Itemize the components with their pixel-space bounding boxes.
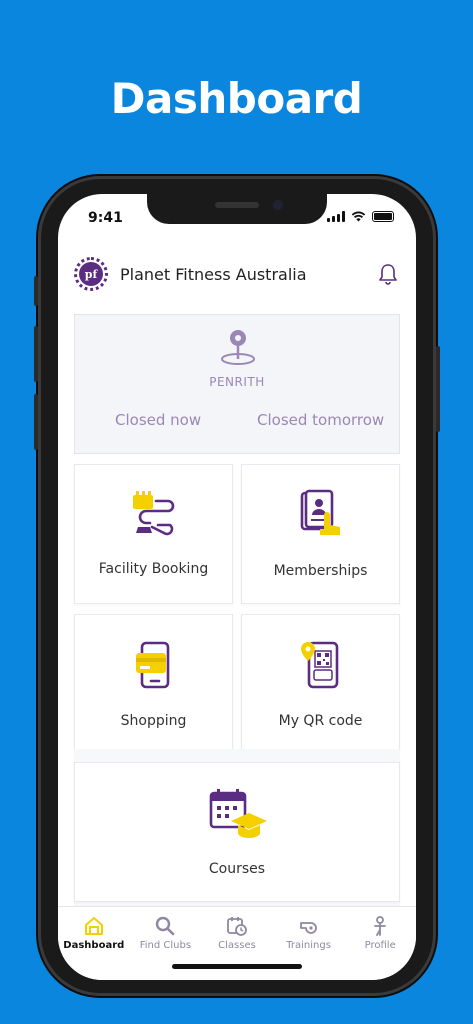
tab-find-clubs[interactable]: Find Clubs — [130, 907, 202, 980]
tile-courses[interactable]: Courses — [74, 762, 400, 902]
tab-find-clubs-label: Find Clubs — [139, 940, 192, 951]
tile-shopping-label: Shopping — [120, 713, 187, 729]
search-icon — [156, 916, 175, 936]
page-headline: Dashboard — [110, 74, 363, 123]
brand-logo-text: pf — [79, 262, 103, 286]
volume-up-button — [34, 326, 38, 382]
tab-classes[interactable]: Classes — [201, 907, 273, 980]
battery-icon — [372, 211, 394, 222]
brand-logo: pf — [74, 257, 108, 291]
person-icon — [374, 916, 387, 936]
tile-memberships-label: Memberships — [273, 563, 368, 579]
status-time: 9:41 — [88, 210, 123, 226]
club-name: PENRITH — [209, 375, 265, 389]
tile-shopping[interactable]: Shopping — [74, 614, 233, 754]
memberships-icon — [300, 489, 340, 535]
phone-screen: 9:41 pf Planet Fitness Australia PENRITH… — [58, 194, 416, 980]
mute-switch — [34, 276, 38, 306]
shopping-icon — [135, 641, 169, 689]
app-title: Planet Fitness Australia — [120, 264, 307, 284]
tile-facility-booking[interactable]: Facility Booking — [74, 464, 233, 604]
tab-dashboard-label: Dashboard — [63, 940, 125, 951]
tab-trainings[interactable]: Trainings — [273, 907, 345, 980]
home-icon — [84, 917, 103, 935]
calendar-clock-icon — [227, 917, 247, 936]
speaker — [215, 202, 259, 208]
tab-profile[interactable]: Profile — [344, 907, 416, 980]
tile-courses-label: Courses — [208, 861, 266, 877]
signal-icon — [327, 211, 345, 222]
status-icons — [327, 211, 394, 222]
qr-code-icon — [300, 641, 338, 689]
power-button — [436, 346, 440, 432]
app-header: pf Planet Fitness Australia — [58, 252, 416, 296]
tile-qr-code-label: My QR code — [278, 713, 363, 729]
volume-down-button — [34, 394, 38, 450]
phone-frame: 9:41 pf Planet Fitness Australia PENRITH… — [34, 176, 440, 996]
tile-facility-booking-label: Facility Booking — [98, 561, 209, 577]
home-indicator[interactable] — [172, 964, 302, 969]
whistle-icon — [299, 922, 317, 934]
wifi-icon — [351, 211, 366, 222]
tile-qr-code[interactable]: My QR code — [241, 614, 400, 754]
notch — [147, 194, 327, 224]
tab-classes-label: Classes — [218, 940, 256, 951]
facility-booking-icon — [132, 491, 174, 536]
tile-memberships[interactable]: Memberships — [241, 464, 400, 604]
club-card[interactable]: PENRITH Closed now Closed tomorrow — [74, 314, 400, 454]
club-status-tomorrow: Closed tomorrow — [257, 411, 385, 429]
tab-dashboard[interactable]: Dashboard — [58, 907, 130, 980]
courses-icon — [209, 789, 267, 838]
tab-trainings-label: Trainings — [286, 940, 331, 951]
tab-profile-label: Profile — [364, 940, 396, 951]
front-camera — [273, 200, 283, 210]
notification-bell-icon[interactable] — [376, 262, 400, 286]
club-status-today: Closed now — [115, 411, 202, 429]
location-pin-icon — [221, 330, 255, 365]
